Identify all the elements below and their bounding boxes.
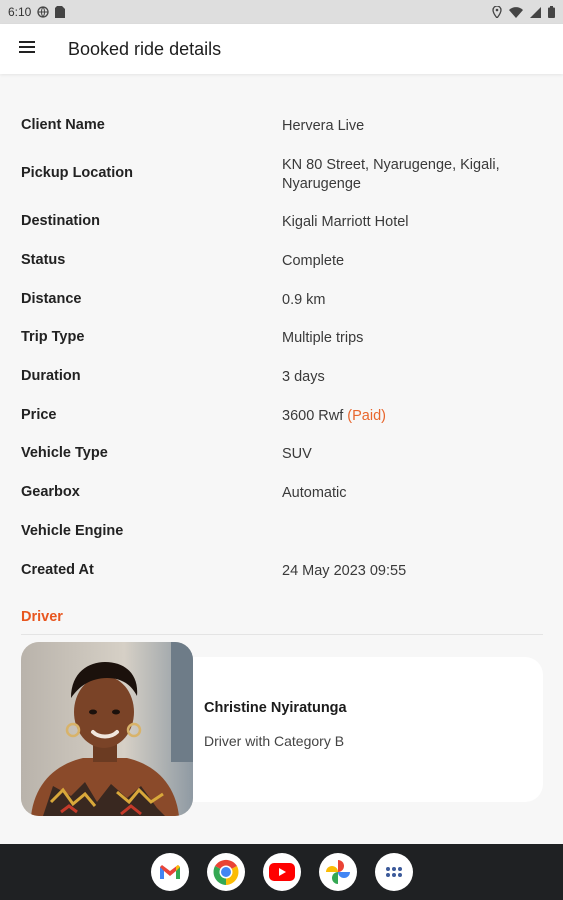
duration-value: 3 days	[282, 369, 325, 385]
trip-type-label: Trip Type	[21, 329, 85, 345]
distance-value: 0.9 km	[282, 292, 326, 308]
driver-photo	[21, 642, 193, 816]
status-label: Status	[21, 252, 66, 268]
hamburger-menu-icon	[19, 40, 35, 58]
driver-section-heading: Driver	[21, 609, 63, 625]
created-at-value: 24 May 2023 09:55	[282, 563, 407, 579]
price-label: Price	[21, 407, 57, 423]
driver-name: Christine Nyiratunga	[204, 700, 347, 716]
app-bar: Booked ride details	[0, 24, 563, 74]
globe-icon	[37, 6, 50, 18]
vehicle-engine-label: Vehicle Engine	[21, 523, 124, 539]
trip-type-value: Multiple trips	[282, 330, 364, 346]
status-bar: 6:10	[0, 0, 563, 24]
battery-icon	[548, 6, 555, 18]
vehicle-type-value: SUV	[282, 446, 312, 462]
duration-label: Duration	[21, 368, 81, 384]
wifi-icon	[509, 6, 523, 18]
gmail-icon[interactable]	[150, 853, 189, 891]
sim-card-icon	[55, 6, 66, 18]
status-value: Complete	[282, 253, 345, 269]
page-title: Booked ride details	[68, 38, 222, 59]
destination-label: Destination	[21, 213, 100, 229]
app-drawer-icon[interactable]	[374, 853, 413, 891]
photos-icon[interactable]	[318, 853, 357, 891]
nav-bar	[0, 844, 563, 900]
status-time: 6:10	[8, 5, 32, 19]
pickup-location-label: Pickup Location	[21, 165, 133, 181]
distance-label: Distance	[21, 291, 82, 307]
client-name-value: Hervera Live	[282, 118, 365, 134]
menu-button[interactable]	[0, 24, 54, 74]
destination-value: Kigali Marriott Hotel	[282, 214, 409, 230]
signal-icon	[530, 6, 541, 18]
client-name-label: Client Name	[21, 117, 105, 133]
created-at-label: Created At	[21, 562, 94, 578]
pickup-location-value: KN 80 Street, Nyarugenge, Kigali, Nyarug…	[282, 157, 500, 192]
vehicle-type-label: Vehicle Type	[21, 445, 108, 461]
driver-category: Driver with Category B	[204, 733, 345, 749]
youtube-icon[interactable]	[262, 853, 301, 891]
divider	[21, 634, 543, 635]
price-value-container: 3600 Rwf (Paid)	[282, 407, 532, 426]
location-icon	[492, 6, 502, 18]
gearbox-label: Gearbox	[21, 484, 80, 500]
chrome-icon[interactable]	[206, 853, 245, 891]
ride-details: Client Name Hervera Live Pickup Location…	[0, 74, 563, 844]
price-value: 3600 Rwf	[282, 408, 344, 424]
gearbox-value: Automatic	[282, 485, 347, 501]
driver-card[interactable]: Christine Nyiratunga Driver with Categor…	[21, 642, 543, 816]
driver-card-background	[171, 657, 543, 802]
paid-badge: (Paid)	[347, 408, 386, 424]
